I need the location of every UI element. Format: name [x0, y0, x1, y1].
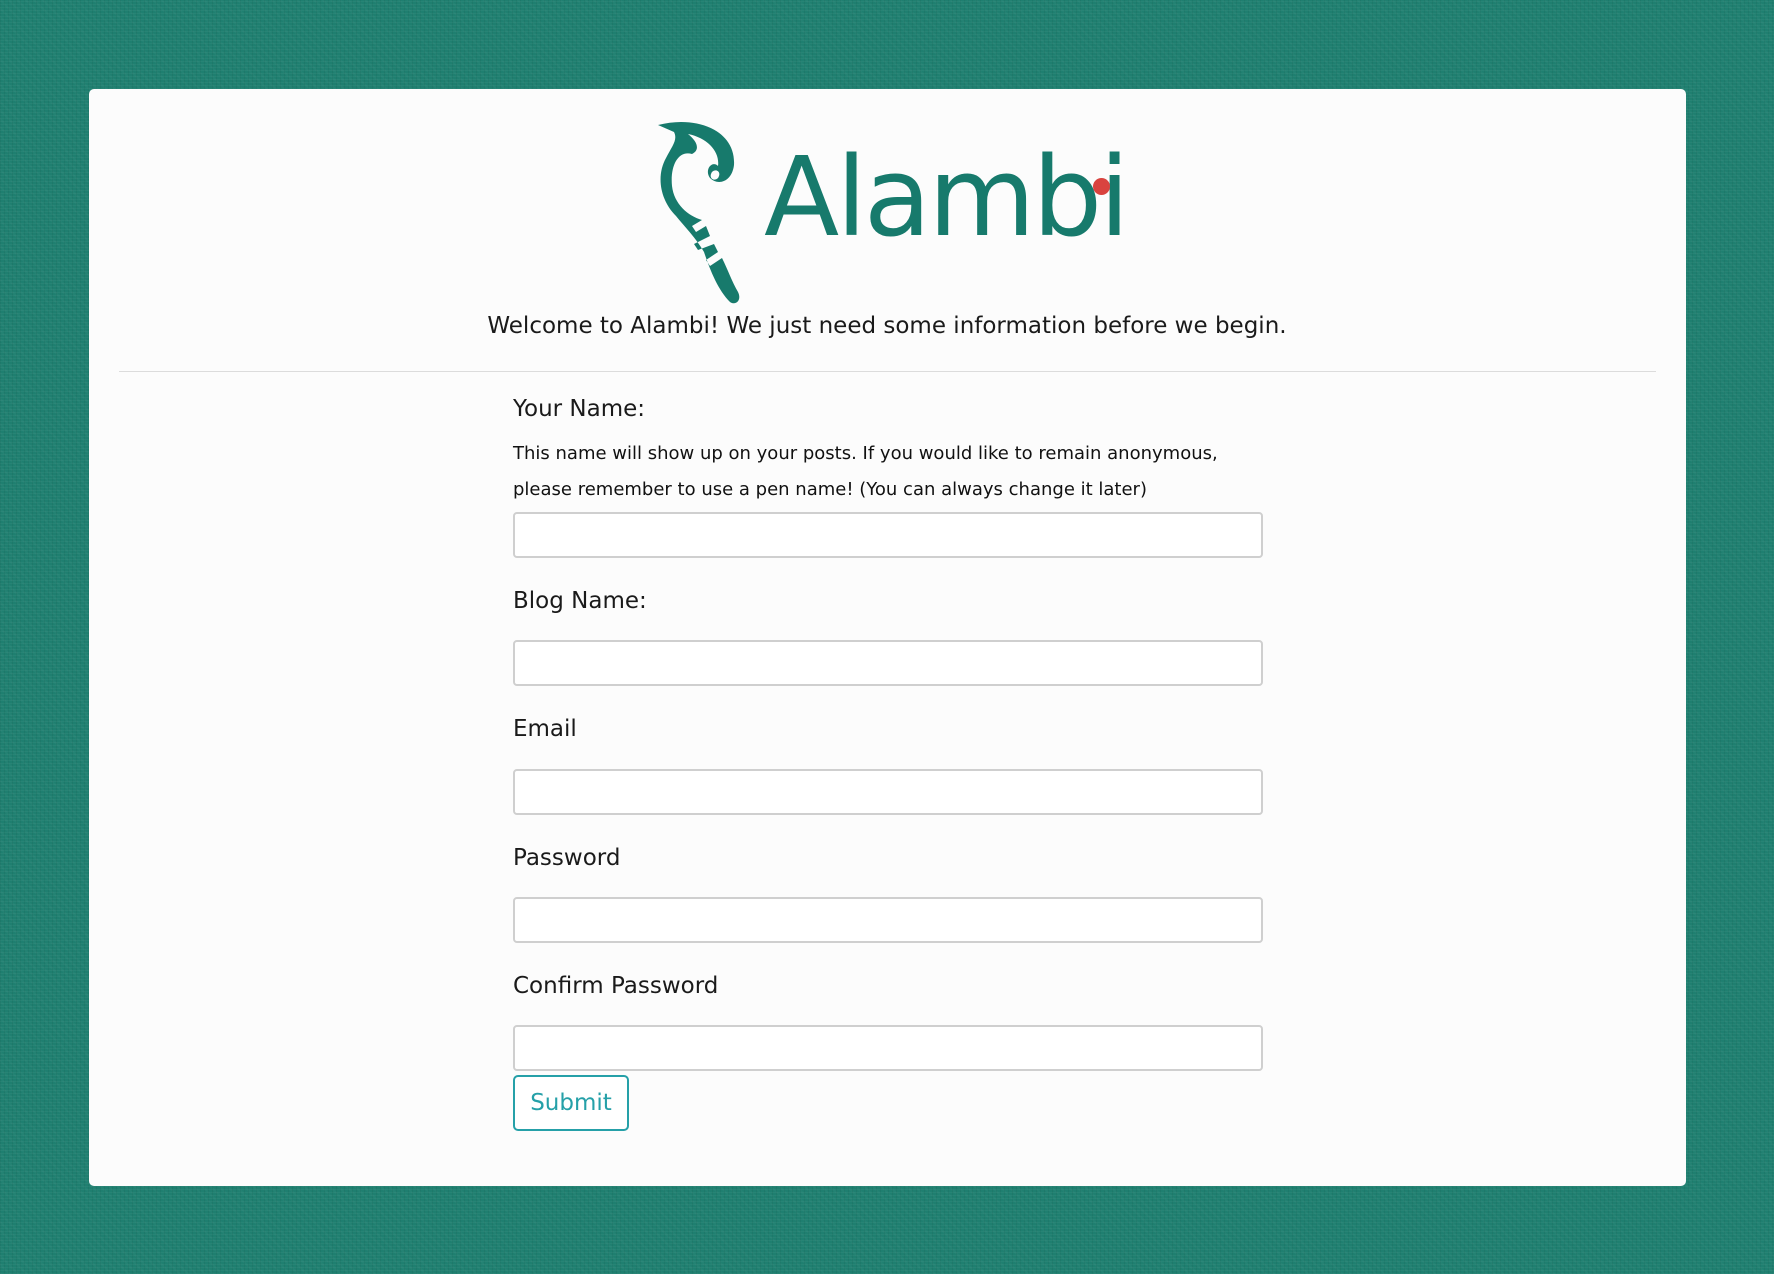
- password-label: Password: [513, 845, 621, 871]
- submit-button[interactable]: Submit: [513, 1075, 629, 1131]
- brand-wordmark: Alambi: [764, 133, 1130, 261]
- divider: [119, 371, 1656, 372]
- name-hint-line-1: This name will show up on your posts. If…: [513, 443, 1218, 464]
- confirm-password-label: Confirm Password: [513, 973, 719, 999]
- email-label: Email: [513, 716, 577, 742]
- blog-name-input[interactable]: [513, 640, 1263, 686]
- name-label-row: Your Name:: [513, 396, 1263, 436]
- confirm-password-input[interactable]: [513, 1025, 1263, 1071]
- signup-form: Your Name: This name will show up on you…: [513, 396, 1263, 1071]
- blog-label-row: Blog Name:: [513, 588, 1263, 628]
- name-input[interactable]: [513, 512, 1263, 558]
- password-label-row: Password: [513, 845, 1263, 885]
- logo-dot: [1093, 178, 1110, 195]
- alambi-logo: Alambi: [656, 120, 1130, 310]
- name-label: Your Name:: [513, 396, 646, 422]
- confirm-password-label-row: Confirm Password: [513, 973, 1263, 1013]
- name-hint-line-2: please remember to use a pen name! (You …: [513, 479, 1147, 500]
- password-input[interactable]: [513, 897, 1263, 943]
- email-label-row: Email: [513, 716, 1263, 756]
- name-hint: This name will show up on your posts. If…: [513, 436, 1263, 508]
- blog-name-label: Blog Name:: [513, 588, 647, 614]
- email-input[interactable]: [513, 769, 1263, 815]
- alembic-icon: [658, 121, 740, 304]
- welcome-message: Welcome to Alambi! We just need some inf…: [487, 313, 1287, 339]
